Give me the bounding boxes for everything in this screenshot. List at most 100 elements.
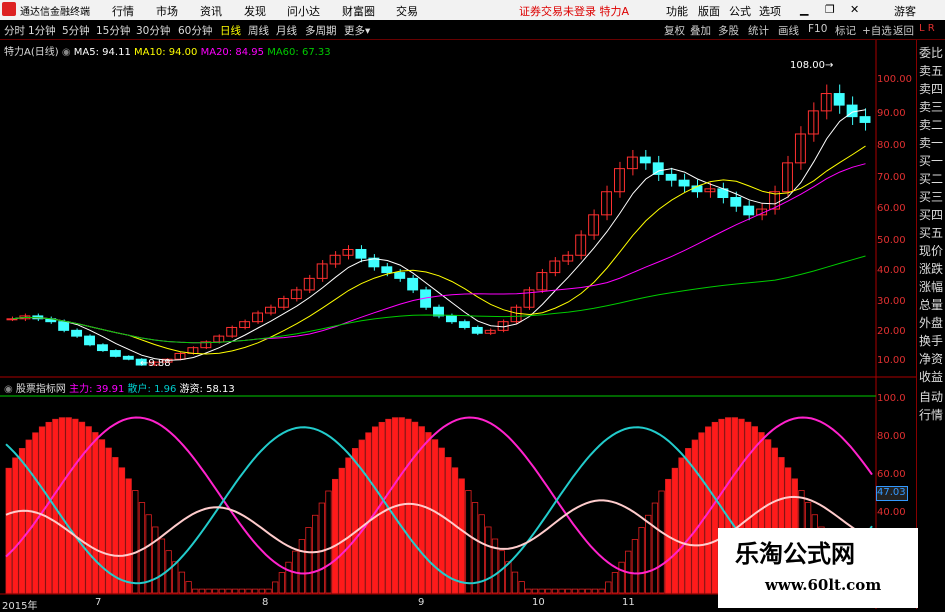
- zhuli-bar: [232, 588, 239, 594]
- kline-chart[interactable]: [0, 38, 916, 609]
- menu-item-hangqing[interactable]: 行情: [112, 3, 134, 19]
- options-button[interactable]: 选项: [759, 3, 781, 19]
- zhuli-bar: [158, 538, 166, 594]
- side-item-change-pct: 涨幅: [919, 280, 944, 294]
- side-corner-lr[interactable]: L R: [919, 23, 945, 35]
- chevron-down-icon: ▾: [365, 25, 371, 37]
- menu-item-caifuquan[interactable]: 财富圈: [342, 3, 375, 19]
- zhuli-bar: [351, 448, 359, 594]
- zhuli-bar: [691, 439, 699, 594]
- zhuli-bar: [411, 421, 419, 594]
- zhuli-bar: [25, 439, 32, 594]
- candle-body: [109, 350, 121, 357]
- period-monthly[interactable]: 月线: [276, 23, 297, 38]
- guest-login[interactable]: 游客: [894, 3, 916, 19]
- zhuli-bar: [611, 572, 619, 594]
- zhuli-bar: [258, 588, 265, 594]
- zhuli-bar: [585, 588, 592, 594]
- function-button[interactable]: 功能: [666, 3, 688, 19]
- period-60min[interactable]: 60分钟: [178, 23, 212, 38]
- zhuli-bar: [578, 588, 585, 594]
- layout-button[interactable]: 版面: [698, 3, 720, 19]
- zhuli-bar: [651, 502, 659, 594]
- minimize-icon[interactable]: ▁: [800, 3, 808, 16]
- side-item-buy1: 买一: [919, 154, 944, 168]
- zhuli-bar: [198, 588, 206, 594]
- zhuli-bar: [338, 467, 345, 594]
- zhuli-bar: [185, 581, 192, 594]
- restore-icon[interactable]: ❐: [825, 3, 835, 16]
- collapse-icon[interactable]: ◉: [62, 47, 71, 58]
- indicator-name[interactable]: 股票指标网: [16, 384, 66, 395]
- zhuli-bar: [312, 514, 319, 594]
- mark-button[interactable]: 标记: [835, 23, 856, 38]
- draw-line-button[interactable]: 画线: [778, 23, 799, 38]
- candle-body: [458, 321, 470, 328]
- zhuli-bar: [658, 490, 665, 594]
- zhuli-bar: [5, 467, 12, 594]
- candle-body: [833, 93, 845, 106]
- menu-item-shichang[interactable]: 市场: [156, 3, 178, 19]
- side-item-auto[interactable]: 自动: [919, 389, 945, 405]
- date-label-10: 10: [532, 597, 545, 608]
- period-15min[interactable]: 15分钟: [96, 23, 130, 38]
- candle-body: [122, 355, 134, 360]
- zhuli-bar: [85, 426, 92, 594]
- ma10-legend: MA10: 94.00: [134, 47, 198, 58]
- close-icon[interactable]: ✕: [850, 3, 859, 16]
- side-item-weibi: 委比: [919, 46, 944, 60]
- candle-body: [743, 205, 755, 216]
- multi-stock-button[interactable]: 多股: [718, 23, 739, 38]
- statistics-button[interactable]: 统计: [748, 23, 769, 38]
- zhuli-bar: [631, 539, 639, 594]
- candle-body: [381, 266, 393, 274]
- formula-button[interactable]: 公式: [729, 3, 751, 19]
- back-button[interactable]: 返回: [893, 23, 914, 38]
- zhuli-bar: [152, 526, 159, 594]
- menu-item-jiaoyi[interactable]: 交易: [396, 3, 418, 19]
- zhuli-bar: [265, 588, 272, 594]
- candle-body: [859, 116, 871, 123]
- zhuli-bar: [218, 588, 226, 594]
- period-daily[interactable]: 日线: [220, 23, 241, 38]
- zhuli-bar: [685, 448, 692, 594]
- side-item-sell3: 卖三: [919, 100, 944, 114]
- side-item-change: 涨跌: [919, 262, 944, 276]
- settings-icon[interactable]: ◉: [4, 384, 13, 395]
- current-value-badge: 47.03: [876, 486, 908, 501]
- login-status[interactable]: 证券交易未登录 特力A: [519, 3, 629, 19]
- zhuli-bar: [225, 588, 232, 594]
- candle-body: [484, 329, 496, 334]
- period-multi[interactable]: 多周期: [305, 23, 337, 38]
- ind-axis-100: 100.0: [877, 393, 906, 404]
- menu-item-wenxiaoda[interactable]: 问小达: [287, 3, 320, 19]
- app-logo-icon: [2, 2, 16, 16]
- candle-body: [445, 315, 457, 323]
- menu-item-faxian[interactable]: 发现: [244, 3, 266, 19]
- f10-button[interactable]: F10: [808, 23, 827, 35]
- zhuli-bar: [332, 478, 339, 594]
- period-weekly[interactable]: 周线: [248, 23, 269, 38]
- date-label-11: 11: [622, 597, 635, 608]
- price-axis-40: 40.00: [877, 265, 906, 276]
- ind-axis-60: 60.00: [877, 469, 906, 480]
- overlay-button[interactable]: 叠加: [690, 23, 711, 38]
- restore-rights-button[interactable]: 复权: [664, 23, 685, 38]
- zhuli-bar: [598, 588, 605, 594]
- price-axis-20: 20.00: [877, 326, 906, 337]
- zhuli-bar: [212, 588, 219, 594]
- candle-body: [394, 272, 406, 279]
- period-5min[interactable]: 5分钟: [62, 23, 90, 38]
- period-more[interactable]: 更多▾: [344, 23, 370, 38]
- side-item-quote[interactable]: 行情: [919, 407, 945, 423]
- zhuli-bar: [345, 457, 352, 594]
- sanhu-legend: 散户: 1.96: [127, 384, 177, 395]
- period-1min[interactable]: 1分钟: [28, 23, 56, 38]
- menu-item-zixun[interactable]: 资讯: [200, 3, 222, 19]
- zhuli-bar: [12, 457, 19, 594]
- side-item-sell2: 卖二: [919, 118, 944, 132]
- zhuli-bar: [18, 448, 26, 594]
- period-fenshi[interactable]: 分时: [4, 23, 25, 38]
- add-favorite-button[interactable]: +自选: [862, 23, 892, 38]
- period-30min[interactable]: 30分钟: [136, 23, 170, 38]
